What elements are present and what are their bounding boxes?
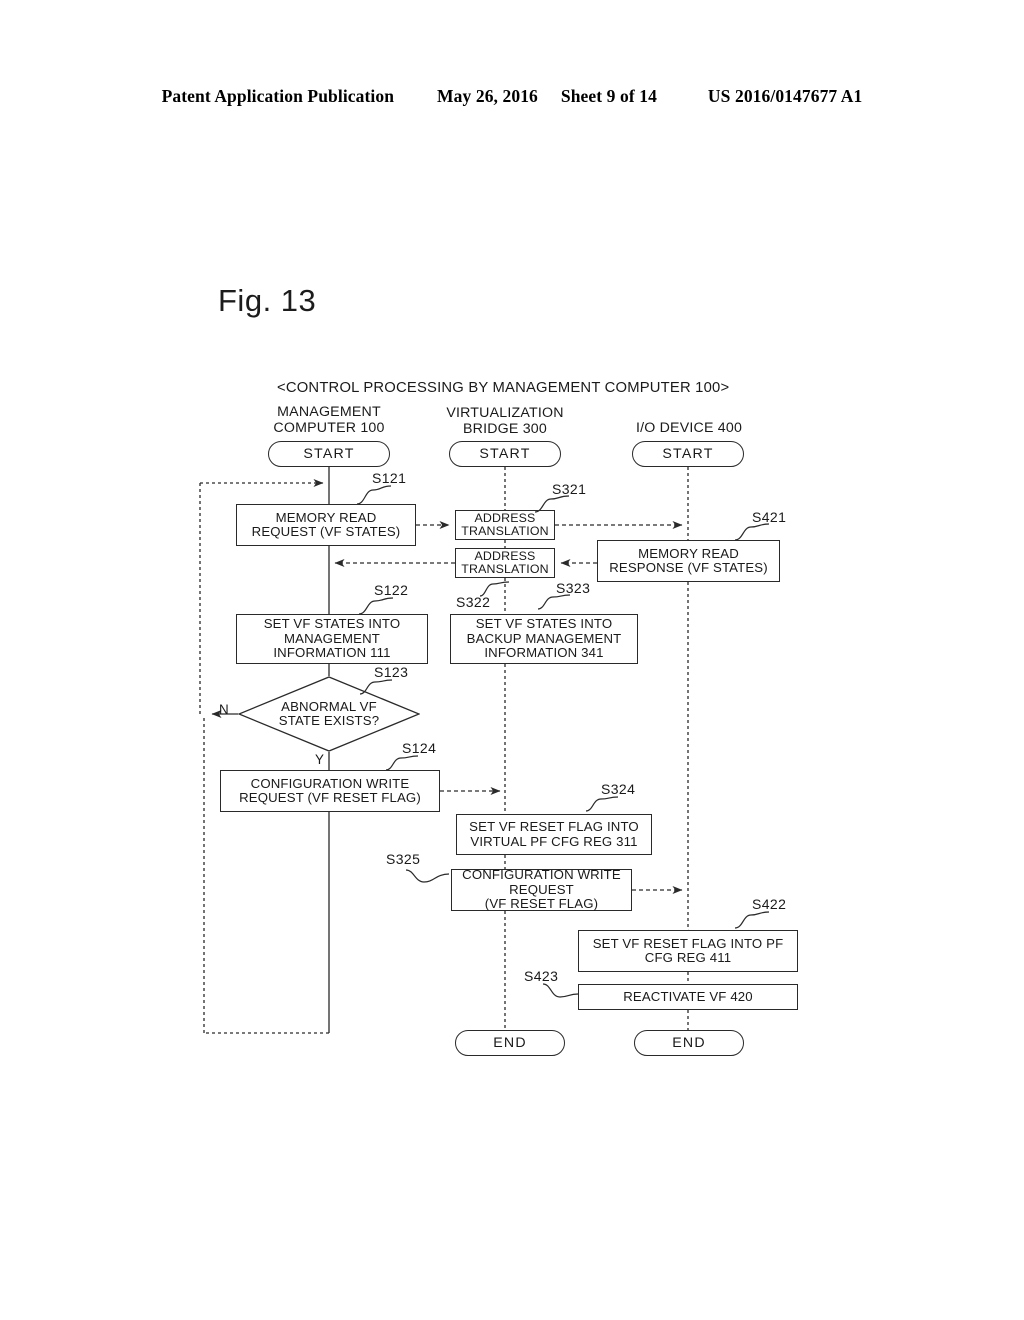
decision-label: ABNORMAL VF STATE EXISTS? xyxy=(278,698,380,728)
leader-line-s323 xyxy=(537,594,571,610)
lane-title-virtualization-bridge: VIRTUALIZATION BRIDGE 300 xyxy=(446,405,564,437)
branch-label-yes: Y xyxy=(315,752,324,767)
step-tag-s325: S325 xyxy=(386,851,421,867)
process-set-vf-states-backup-management-information: SET VF STATES INTO BACKUP MANAGEMENT INFOR… xyxy=(450,614,638,664)
branch-label-no: N xyxy=(219,702,229,717)
process-address-translation-request: ADDRESS TRANSLATION xyxy=(455,510,555,540)
leader-line-s121 xyxy=(356,485,392,505)
process-configuration-write-request-management: CONFIGURATION WRITE REQUEST (VF RESET FLA… xyxy=(220,770,440,812)
leader-line-s124 xyxy=(385,755,419,771)
leader-line-s421 xyxy=(734,523,770,541)
process-set-vf-states-management-information: SET VF STATES INTO MANAGEMENT INFORMATION … xyxy=(236,614,428,664)
leader-line-s324 xyxy=(585,796,619,812)
process-memory-read-request: MEMORY READ REQUEST (VF STATES) xyxy=(236,504,416,546)
leader-line-s322 xyxy=(479,581,510,597)
leader-line-s122 xyxy=(358,597,394,615)
process-set-vf-reset-flag-pf-cfg-reg: SET VF RESET FLAG INTO PF CFG REG 411 xyxy=(578,930,798,972)
leader-line-s123 xyxy=(359,679,393,695)
process-address-translation-response: ADDRESS TRANSLATION xyxy=(455,548,555,578)
diagram-title: <CONTROL PROCESSING BY MANAGEMENT COMPUT… xyxy=(277,380,730,396)
flowchart-diagram: <CONTROL PROCESSING BY MANAGEMENT COMPUT… xyxy=(0,0,1024,1320)
process-set-vf-reset-flag-virtual-pf-cfg-reg: SET VF RESET FLAG INTO VIRTUAL PF CFG REG… xyxy=(456,814,652,855)
start-terminator-io-device: START xyxy=(632,441,744,467)
lane-title-io-device: I/O DEVICE 400 xyxy=(635,420,743,436)
leader-line-s325 xyxy=(405,869,450,883)
lane-title-management-computer: MANAGEMENT COMPUTER 100 xyxy=(273,404,385,436)
process-memory-read-response: MEMORY READ RESPONSE (VF STATES) xyxy=(597,540,780,582)
start-terminator-management-computer: START xyxy=(268,441,390,467)
leader-line-s321 xyxy=(534,495,570,513)
start-terminator-virtualization-bridge: START xyxy=(449,441,561,467)
process-reactivate-vf: REACTIVATE VF 420 xyxy=(578,984,798,1010)
leader-line-s423 xyxy=(542,983,579,998)
end-terminator-io-device: END xyxy=(634,1030,744,1056)
process-configuration-write-request-bridge: CONFIGURATION WRITE REQUEST (VF RESET FLAG… xyxy=(451,868,632,911)
leader-line-s422 xyxy=(734,911,770,929)
end-terminator-virtualization-bridge: END xyxy=(455,1030,565,1056)
